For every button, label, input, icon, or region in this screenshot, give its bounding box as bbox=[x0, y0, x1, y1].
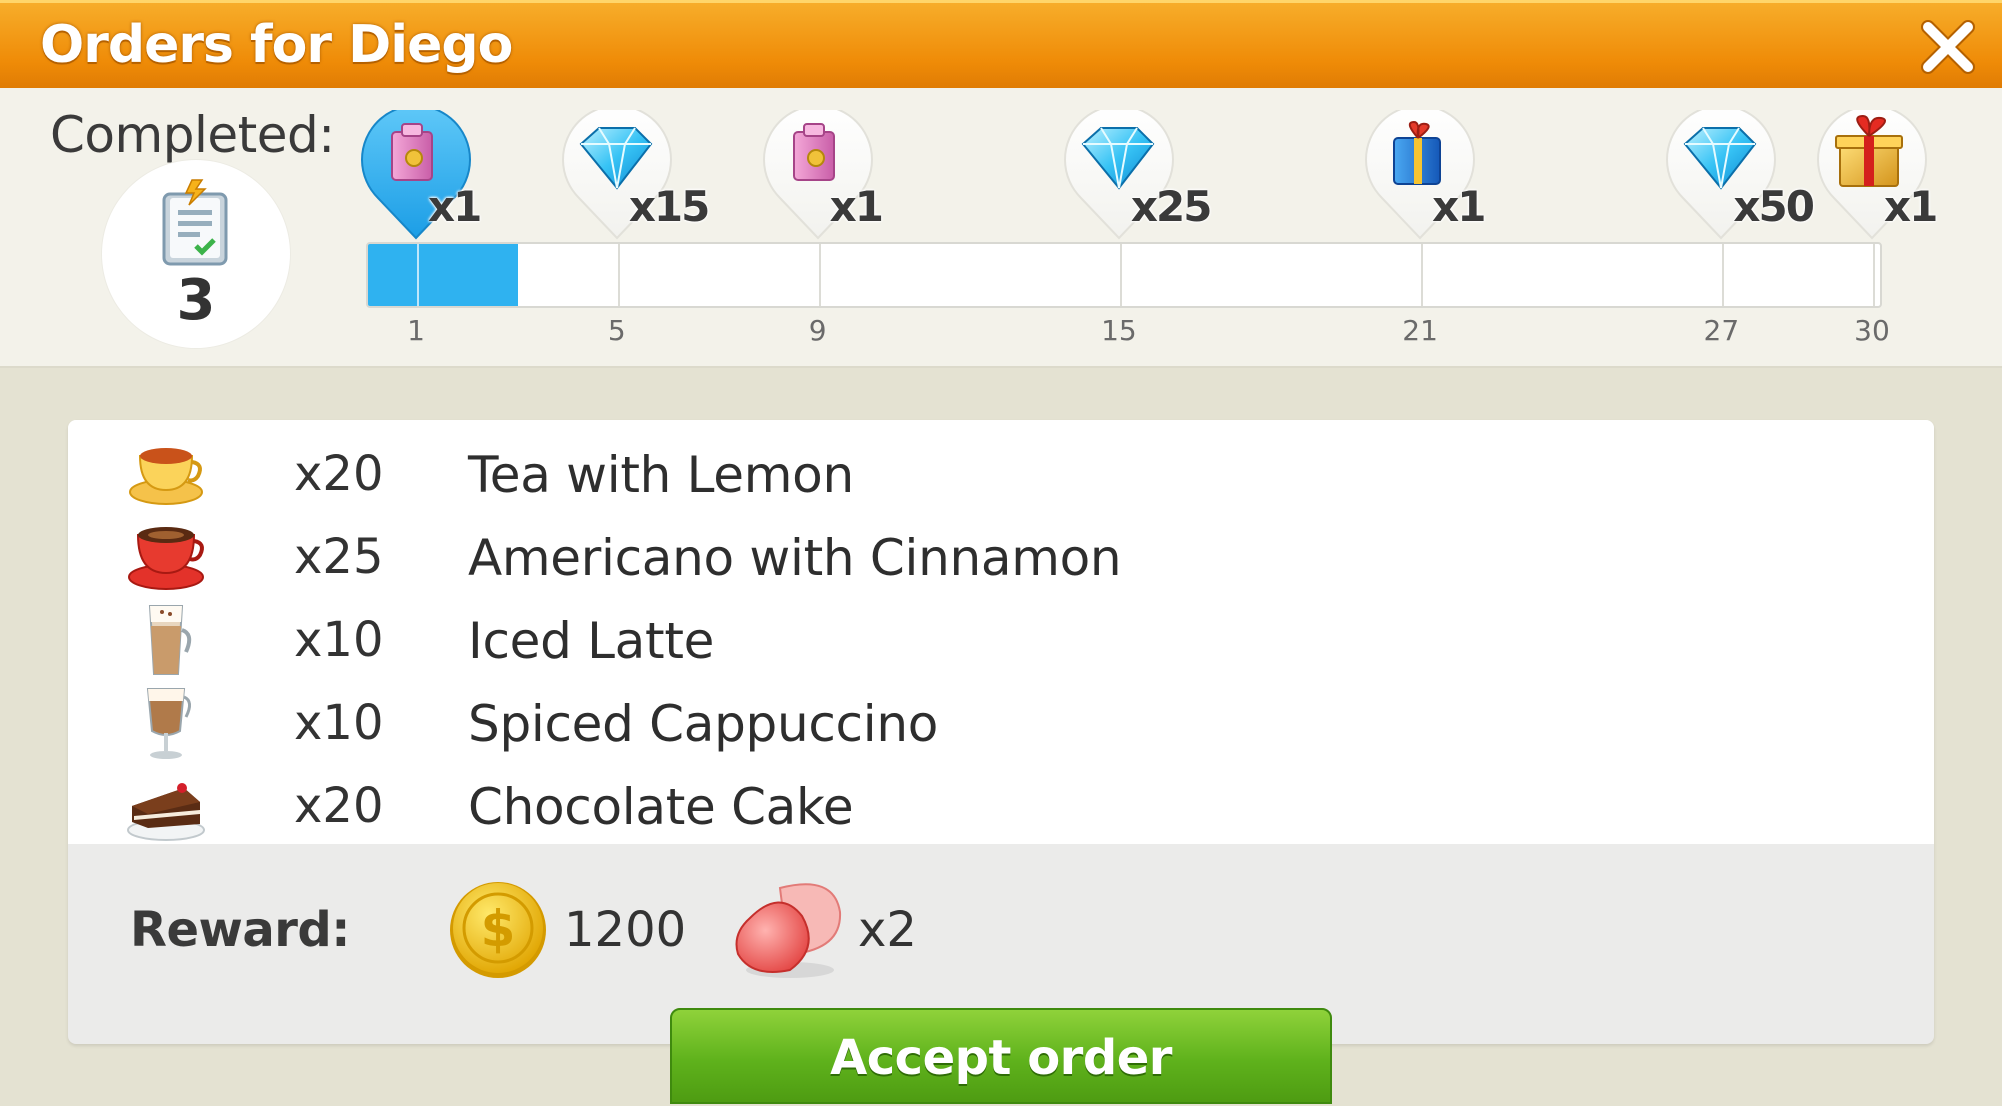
list-item: x10 Spiced Cappuccino bbox=[68, 681, 1934, 761]
milestone-reward-qty: x25 bbox=[1130, 182, 1213, 231]
progress-section: Completed: 3 1 x1 5 x15 9 x1 15 x25 21 x1 27 x50 30 x… bbox=[0, 88, 2002, 368]
tea-cup-icon bbox=[129, 448, 203, 505]
milestone-reward-qty: x50 bbox=[1733, 182, 1815, 231]
milestone-tick bbox=[1873, 244, 1875, 306]
coin-amount: 1200 bbox=[564, 902, 687, 958]
item-name: Americano with Cinnamon bbox=[468, 529, 1122, 587]
milestone-label: 21 bbox=[1402, 314, 1438, 347]
milestone-label: 27 bbox=[1703, 314, 1740, 347]
milestone-reward-qty: x1 bbox=[428, 182, 482, 231]
item-name: Tea with Lemon bbox=[468, 446, 854, 504]
item-name: Spiced Cappuccino bbox=[468, 695, 939, 753]
list-item: x20 Chocolate Cake bbox=[68, 764, 1934, 844]
red-coffee-cup-icon bbox=[128, 527, 204, 590]
reward-label: Reward: bbox=[130, 902, 350, 958]
milestone-tick bbox=[1119, 244, 1122, 306]
cappuccino-glass-icon bbox=[146, 688, 191, 759]
coin-icon: $ bbox=[450, 882, 546, 978]
milestone-tick bbox=[417, 244, 419, 306]
item-quantity: x20 bbox=[294, 446, 384, 502]
pink-bag-icon bbox=[792, 123, 835, 181]
item-quantity: x20 bbox=[294, 778, 384, 834]
milestone-tick bbox=[1421, 244, 1424, 306]
iced-latte-glass-icon bbox=[148, 605, 192, 675]
title-bar: Orders for Diego bbox=[0, 0, 2002, 88]
list-item: x25 Americano with Cinnamon bbox=[68, 515, 1934, 595]
item-name: Chocolate Cake bbox=[468, 778, 854, 836]
milestone-tick bbox=[617, 244, 620, 306]
item-quantity: x25 bbox=[294, 529, 384, 585]
item-quantity: x10 bbox=[294, 612, 384, 668]
completed-label: Completed: bbox=[50, 106, 335, 164]
milestone-label: 9 bbox=[808, 314, 827, 347]
milestone-label: 15 bbox=[1101, 314, 1137, 347]
milestone-label: 30 bbox=[1854, 314, 1890, 347]
milestone-reward-qty: x1 bbox=[829, 182, 884, 231]
progress-track bbox=[366, 242, 1882, 308]
petal-amount: x2 bbox=[858, 902, 917, 958]
progress-fill bbox=[368, 244, 519, 306]
milestone-reward-qty: x15 bbox=[628, 182, 711, 231]
order-panel: x20 Tea with Lemon x25 Americano with Ci… bbox=[68, 420, 1934, 1044]
milestone-tick bbox=[818, 244, 821, 306]
item-name: Iced Latte bbox=[468, 612, 715, 670]
milestone-reward-qty: x1 bbox=[1884, 182, 1938, 231]
list-item: x10 Iced Latte bbox=[68, 598, 1934, 678]
milestone-label: 1 bbox=[407, 314, 425, 347]
completed-badge: 3 bbox=[102, 160, 290, 348]
order-items-list: x20 Tea with Lemon x25 Americano with Ci… bbox=[68, 420, 1934, 844]
completed-count: 3 bbox=[176, 268, 216, 333]
list-item: x20 Tea with Lemon bbox=[68, 432, 1934, 512]
milestone-tick bbox=[1722, 244, 1725, 306]
milestone-reward-qty: x1 bbox=[1432, 182, 1486, 231]
close-icon[interactable] bbox=[1916, 15, 1980, 79]
chocolate-cake-icon bbox=[127, 783, 205, 841]
item-quantity: x10 bbox=[294, 695, 384, 751]
rose-petal-icon bbox=[735, 883, 842, 978]
pink-bag-icon bbox=[391, 123, 433, 181]
svg-text:$: $ bbox=[481, 900, 516, 958]
order-list-icon bbox=[162, 179, 228, 266]
milestone-label: 5 bbox=[607, 314, 626, 347]
window-title: Orders for Diego bbox=[40, 15, 513, 75]
accept-order-button[interactable]: Accept order bbox=[670, 1008, 1332, 1104]
